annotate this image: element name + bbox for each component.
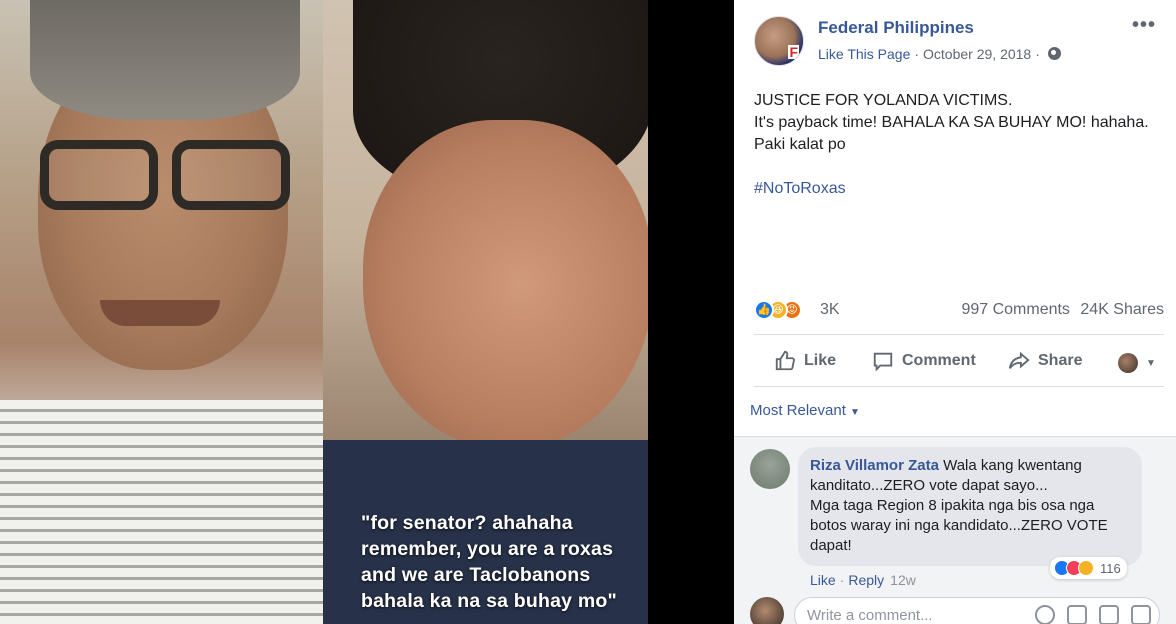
- sticker-icon[interactable]: [1131, 605, 1151, 624]
- chevron-down-icon: ▼: [850, 407, 860, 418]
- engagement-counts: 997 Comments 24K Shares: [955, 301, 1164, 319]
- divider-top: [754, 334, 1164, 335]
- comment-sort-dropdown[interactable]: Most Relevant ▼: [750, 402, 860, 419]
- share-arrow-icon: [1008, 351, 1030, 369]
- meta-separator-2: ·: [1035, 46, 1040, 62]
- post-body: JUSTICE FOR YOLANDA VICTIMS. It's paybac…: [754, 92, 1149, 153]
- shares-count[interactable]: 24K Shares: [1080, 301, 1164, 318]
- gif-icon[interactable]: [1099, 605, 1119, 624]
- divider-bottom: [754, 386, 1164, 387]
- wow-reaction-icon: [1078, 560, 1094, 576]
- chevron-down-icon: ▼: [1146, 357, 1156, 369]
- post-meta: Like This Page · October 29, 2018 ·: [818, 46, 1061, 62]
- like-reaction-icon: 👍: [754, 300, 774, 320]
- comment-bubble: Riza Villamor Zata Wala kang kwentang ka…: [798, 447, 1142, 566]
- glasses-lens-right: [172, 140, 290, 210]
- comment-icon: [873, 352, 893, 372]
- comment-reply-link[interactable]: Reply: [848, 572, 884, 588]
- federal-f-logo: F: [788, 44, 799, 60]
- comment-like-link[interactable]: Like: [810, 572, 836, 588]
- like-page-link[interactable]: Like This Page: [818, 46, 910, 62]
- post-header: F Federal Philippines Like This Page · Oct…: [754, 14, 1164, 66]
- photo-caption: "for senator? ahahaha remember, you are …: [361, 512, 617, 612]
- meta-separator: ·: [914, 46, 920, 62]
- emoji-icon[interactable]: [1035, 605, 1055, 624]
- share-button[interactable]: Share: [1008, 350, 1082, 372]
- comment-reactions[interactable]: 116: [1050, 557, 1127, 579]
- post-as-selector[interactable]: ▼: [1118, 353, 1156, 373]
- write-comment-row: Write a comment...: [750, 597, 1160, 624]
- left-mouth: [100, 300, 220, 326]
- comment-reaction-count: 116: [1100, 560, 1121, 576]
- like-button[interactable]: Like: [774, 350, 836, 372]
- commenter-avatar[interactable]: [750, 449, 790, 489]
- write-comment-placeholder: Write a comment...: [807, 607, 933, 624]
- post-panel: F Federal Philippines Like This Page · Oct…: [734, 0, 1176, 624]
- page-avatar[interactable]: F: [754, 16, 804, 66]
- user-avatar-small: [1118, 353, 1138, 373]
- post-text: JUSTICE FOR YOLANDA VICTIMS. It's paybac…: [754, 90, 1164, 200]
- more-options-button[interactable]: •••: [1132, 15, 1156, 35]
- globe-icon: [1047, 47, 1061, 60]
- page-name[interactable]: Federal Philippines: [818, 18, 974, 38]
- post-date[interactable]: October 29, 2018: [923, 46, 1031, 62]
- write-comment-input[interactable]: Write a comment...: [794, 597, 1160, 624]
- thumbs-up-icon: [775, 350, 795, 371]
- glasses-lens-left: [40, 140, 158, 210]
- hashtag-link[interactable]: #NoToRoxas: [754, 178, 1164, 200]
- reaction-count[interactable]: 3K: [820, 301, 840, 319]
- left-glasses: [30, 140, 300, 210]
- photo-right-person: "for senator? ahahaha remember, you are …: [323, 0, 648, 624]
- right-face: [363, 120, 648, 450]
- comments-count[interactable]: 997 Comments: [961, 301, 1070, 318]
- post-photo[interactable]: "for senator? ahahaha remember, you are …: [0, 0, 734, 624]
- comment-time[interactable]: 12w: [890, 572, 916, 588]
- like-label: Like: [804, 352, 837, 369]
- action-bar: Like Comment Share ▼: [754, 340, 1164, 384]
- input-tools: [1035, 605, 1151, 624]
- left-shirt: [0, 400, 323, 624]
- camera-icon[interactable]: [1067, 605, 1087, 624]
- left-hair: [30, 0, 300, 120]
- reactions-bar: 👍 😆 😡 3K 997 Comments 24K Shares: [754, 298, 1164, 324]
- link-separator: ·: [839, 572, 845, 588]
- comment-label: Comment: [902, 352, 976, 369]
- photo-left-person: [0, 0, 323, 624]
- current-user-avatar: [750, 597, 784, 624]
- comment-button[interactable]: Comment: [872, 350, 976, 372]
- share-label: Share: [1038, 352, 1083, 369]
- comments-section: Riza Villamor Zata Wala kang kwentang ka…: [734, 436, 1176, 624]
- comment-actions: Like · Reply 12w: [810, 572, 916, 588]
- comment-sort-label: Most Relevant: [750, 402, 846, 419]
- comment-author[interactable]: Riza Villamor Zata: [810, 457, 939, 474]
